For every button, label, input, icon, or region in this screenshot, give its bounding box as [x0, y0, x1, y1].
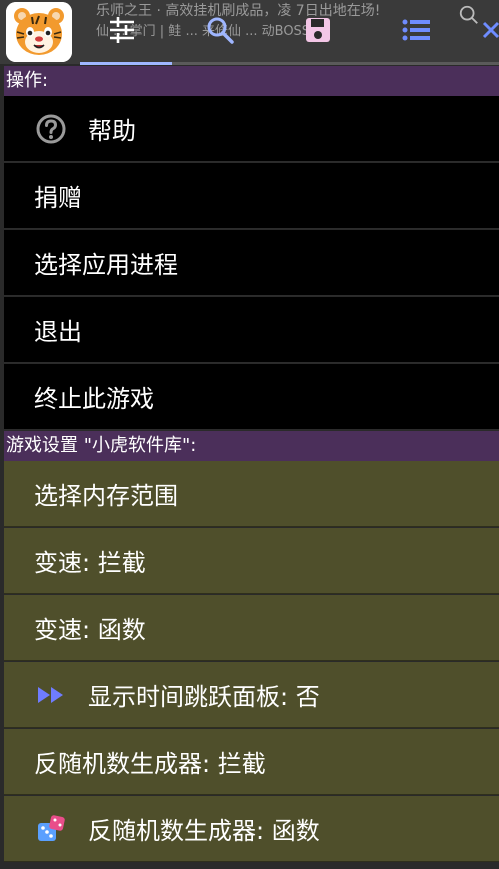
- menu-item-memory-range[interactable]: 选择内存范围: [4, 461, 499, 527]
- search-icon[interactable]: [200, 10, 240, 50]
- tiger-logo-icon[interactable]: [6, 2, 72, 62]
- help-icon: [34, 112, 68, 146]
- save-icon[interactable]: [298, 10, 338, 50]
- list-icon[interactable]: [396, 10, 436, 50]
- dice-icon: [34, 812, 68, 846]
- menu-item-donate[interactable]: 捐赠: [4, 163, 499, 229]
- menu-item-label: 显示时间跳跃面板: 否: [88, 683, 320, 711]
- toolbar: [0, 0, 499, 65]
- menu-item-label: 选择内存范围: [34, 482, 178, 510]
- sliders-icon[interactable]: [102, 10, 142, 50]
- menu-item-help[interactable]: 帮助: [4, 96, 499, 162]
- menu-item-label: 捐赠: [34, 184, 82, 212]
- menu-item-label: 选择应用进程: [34, 251, 178, 279]
- menu-item-select-process[interactable]: 选择应用进程: [4, 230, 499, 296]
- menu-item-label: 反随机数生成器: 拦截: [34, 750, 266, 778]
- menu-item-exit[interactable]: 退出: [4, 297, 499, 363]
- active-tab-indicator: [80, 62, 172, 65]
- operations-header: 操作:: [4, 66, 499, 96]
- menu-item-label: 变速: 函数: [34, 616, 146, 644]
- menu-item-anti-rng-function[interactable]: 反随机数生成器: 函数: [4, 796, 499, 862]
- menu-item-time-jump-panel[interactable]: 显示时间跳跃面板: 否: [4, 662, 499, 728]
- menu-item-anti-rng-hook[interactable]: 反随机数生成器: 拦截: [4, 729, 499, 795]
- menu-item-kill-game[interactable]: 终止此游戏: [4, 364, 499, 430]
- menu-item-label: 变速: 拦截: [34, 549, 146, 577]
- menu-item-speed-hook[interactable]: 变速: 拦截: [4, 528, 499, 594]
- tab-divider: [172, 62, 499, 65]
- fast-forward-icon: [34, 678, 68, 712]
- menu-item-label: 退出: [34, 318, 82, 346]
- game-settings-header: 游戏设置 "小虎软件库":: [4, 431, 499, 461]
- menu-item-label: 终止此游戏: [34, 385, 154, 413]
- menu-panel: 操作: 帮助 捐赠 选择应用进程 退出 终止此游戏 游戏设置 "小虎软件库":: [4, 66, 499, 869]
- close-icon[interactable]: [478, 10, 499, 50]
- menu-item-label: 帮助: [88, 117, 136, 145]
- menu-item-label: 反随机数生成器: 函数: [88, 817, 320, 845]
- menu-item-speed-function[interactable]: 变速: 函数: [4, 595, 499, 661]
